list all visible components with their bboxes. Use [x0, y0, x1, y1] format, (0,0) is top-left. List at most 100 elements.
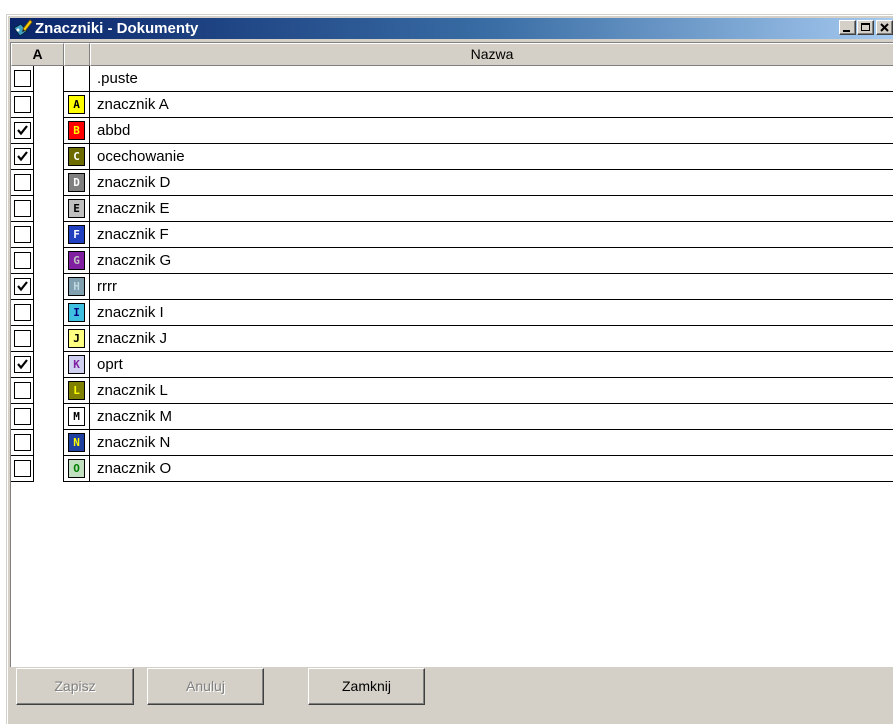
tag-name[interactable]: znacznik L [90, 378, 893, 404]
active-checkbox[interactable] [14, 304, 31, 321]
active-cell [11, 66, 34, 92]
table-row[interactable]: Babbd [11, 118, 893, 144]
tag-name[interactable]: znacznik A [90, 92, 893, 118]
column-header-icon[interactable] [64, 43, 90, 66]
marker-cell: D [64, 170, 90, 196]
gap-cell [34, 170, 64, 196]
active-checkbox[interactable] [14, 148, 31, 165]
marker-cell: C [64, 144, 90, 170]
column-header-name[interactable]: Nazwa [90, 43, 893, 66]
maximize-button[interactable] [857, 20, 874, 35]
window-title: Znaczniki - Dokumenty [35, 20, 199, 37]
close-button[interactable]: Zamknij [308, 668, 425, 705]
tag-name[interactable]: znacznik G [90, 248, 893, 274]
tag-name[interactable]: znacznik N [90, 430, 893, 456]
tag-marker-icon: I [68, 303, 85, 322]
tag-name[interactable]: abbd [90, 118, 893, 144]
active-cell [11, 352, 34, 378]
tag-name[interactable]: znacznik I [90, 300, 893, 326]
maximize-icon [861, 23, 870, 31]
minimize-button[interactable] [839, 20, 856, 35]
tag-name[interactable]: znacznik O [90, 456, 893, 482]
active-checkbox[interactable] [14, 252, 31, 269]
close-icon [880, 23, 889, 32]
active-checkbox[interactable] [14, 226, 31, 243]
grid-header: A Nazwa [11, 43, 893, 66]
tag-name[interactable]: znacznik J [90, 326, 893, 352]
active-checkbox[interactable] [14, 356, 31, 373]
checkmark-icon [17, 359, 28, 370]
footer: Zapisz Anuluj Zamknij [10, 668, 893, 725]
table-row[interactable]: Lznacznik L [11, 378, 893, 404]
table-row[interactable]: Aznacznik A [11, 92, 893, 118]
table-row[interactable]: Oznacznik O [11, 456, 893, 482]
table-row[interactable]: Dznacznik D [11, 170, 893, 196]
gap-cell [34, 274, 64, 300]
table-row[interactable]: Hrrrr [11, 274, 893, 300]
table-row[interactable]: Fznacznik F [11, 222, 893, 248]
active-checkbox[interactable] [14, 408, 31, 425]
gap-cell [34, 248, 64, 274]
tag-name[interactable]: ocechowanie [90, 144, 893, 170]
active-checkbox[interactable] [14, 460, 31, 477]
tag-name[interactable]: znacznik F [90, 222, 893, 248]
column-header-active[interactable]: A [11, 43, 64, 66]
table-row[interactable]: .puste [11, 66, 893, 92]
tag-marker-icon: D [68, 173, 85, 192]
active-checkbox[interactable] [14, 70, 31, 87]
marker-cell: G [64, 248, 90, 274]
active-cell [11, 378, 34, 404]
save-button[interactable]: Zapisz [16, 668, 134, 705]
gap-cell [34, 66, 64, 92]
gap-cell [34, 326, 64, 352]
tag-name[interactable]: .puste [90, 66, 893, 92]
table-row[interactable]: Cocechowanie [11, 144, 893, 170]
tag-name[interactable]: znacznik M [90, 404, 893, 430]
marker-cell: I [64, 300, 90, 326]
table-row[interactable]: Mznacznik M [11, 404, 893, 430]
tag-name[interactable]: rrrr [90, 274, 893, 300]
gap-cell [34, 378, 64, 404]
tag-marker-icon: B [68, 121, 85, 140]
tag-marker-icon: O [68, 459, 85, 478]
title-bar[interactable]: Znaczniki - Dokumenty [10, 18, 893, 39]
active-checkbox[interactable] [14, 278, 31, 295]
tag-marker-icon: F [68, 225, 85, 244]
marker-cell: H [64, 274, 90, 300]
active-cell [11, 196, 34, 222]
tag-marker-icon: H [68, 277, 85, 296]
tag-marker-icon: L [68, 381, 85, 400]
active-checkbox[interactable] [14, 434, 31, 451]
table-row[interactable]: Koprt [11, 352, 893, 378]
tag-marker-icon: A [68, 95, 85, 114]
cancel-button[interactable]: Anuluj [147, 668, 264, 705]
active-cell [11, 456, 34, 482]
marker-cell: K [64, 352, 90, 378]
table-row[interactable]: Jznacznik J [11, 326, 893, 352]
marker-cell: J [64, 326, 90, 352]
active-checkbox[interactable] [14, 382, 31, 399]
tag-marker-icon: E [68, 199, 85, 218]
table-row[interactable]: Iznacznik I [11, 300, 893, 326]
marker-cell: O [64, 456, 90, 482]
active-cell [11, 144, 34, 170]
active-checkbox[interactable] [14, 200, 31, 217]
active-cell [11, 274, 34, 300]
gap-cell [34, 456, 64, 482]
marker-cell: E [64, 196, 90, 222]
active-cell [11, 430, 34, 456]
close-window-button[interactable] [876, 20, 893, 35]
active-checkbox[interactable] [14, 96, 31, 113]
active-checkbox[interactable] [14, 174, 31, 191]
table-row[interactable]: Gznacznik G [11, 248, 893, 274]
table-row[interactable]: Nznacznik N [11, 430, 893, 456]
gap-cell [34, 300, 64, 326]
tag-name[interactable]: znacznik E [90, 196, 893, 222]
tag-marker-icon: G [68, 251, 85, 270]
marker-cell: L [64, 378, 90, 404]
tag-name[interactable]: oprt [90, 352, 893, 378]
tag-name[interactable]: znacznik D [90, 170, 893, 196]
active-checkbox[interactable] [14, 330, 31, 347]
table-row[interactable]: Eznacznik E [11, 196, 893, 222]
active-checkbox[interactable] [14, 122, 31, 139]
